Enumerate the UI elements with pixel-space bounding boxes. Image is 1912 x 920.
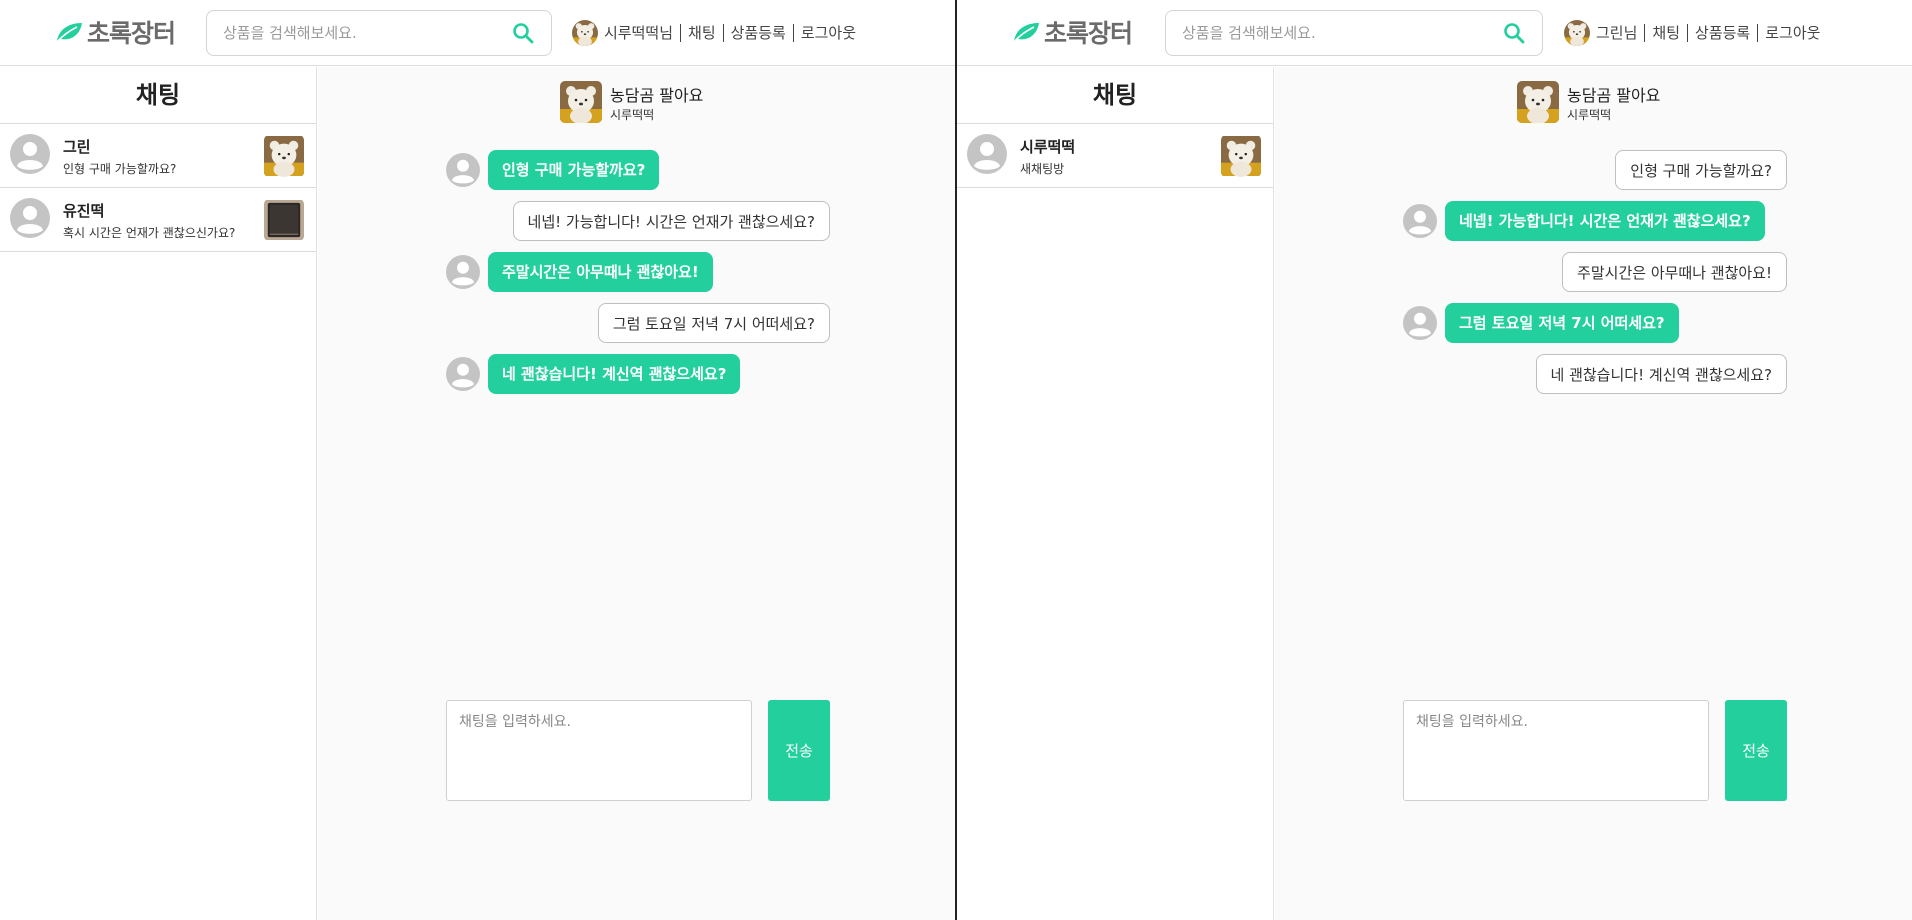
user-avatar-icon bbox=[967, 134, 1007, 174]
logo-text: 초록장터 bbox=[87, 19, 176, 48]
message-row: 그럼 토요일 저녁 7시 어떠세요? bbox=[446, 303, 830, 354]
product-photo-icon bbox=[264, 199, 304, 241]
leaf-icon bbox=[55, 21, 83, 43]
message-bubble: 인형 구매 가능할까요? bbox=[1615, 150, 1787, 190]
message-input[interactable] bbox=[1403, 700, 1709, 801]
message-row: 인형 구매 가능할까요? bbox=[1403, 150, 1787, 201]
message-row: 주말시간은 아무때나 괜찮아요! bbox=[1403, 252, 1787, 303]
bear-photo-icon bbox=[264, 135, 304, 177]
message-bubble: 그럼 토요일 저녁 7시 어떠세요? bbox=[597, 303, 830, 343]
message-bubble: 네넵! 가능합니다! 시간은 언재가 괜찮으세요? bbox=[512, 201, 830, 241]
user-avatar[interactable] bbox=[1564, 20, 1590, 46]
room-user-name: 유진떡 bbox=[63, 202, 105, 220]
send-button[interactable]: 전송 bbox=[768, 700, 830, 801]
chat-list-title: 채팅 bbox=[957, 67, 1273, 124]
message-row: 네 괜찮습니다! 계신역 괜찮으세요? bbox=[1403, 354, 1787, 405]
product-thumbnail[interactable] bbox=[1517, 81, 1559, 123]
logo[interactable]: 초록장터 bbox=[55, 14, 176, 50]
room-last-message: 혹시 시간은 언재가 괜찮으신가요? bbox=[63, 226, 236, 240]
chat-room-item[interactable]: 시루떡떡 새채팅방 bbox=[957, 124, 1273, 188]
nav-register-link[interactable]: 상품등록 bbox=[722, 24, 793, 42]
chat-room-item[interactable]: 그린 인형 구매 가능할까요? bbox=[0, 124, 316, 188]
nav-chat-link[interactable]: 채팅 bbox=[1644, 24, 1687, 42]
logo[interactable]: 초록장터 bbox=[1012, 14, 1133, 50]
search-icon[interactable] bbox=[1502, 21, 1526, 45]
bear-photo-icon bbox=[1221, 135, 1261, 177]
search-input[interactable] bbox=[223, 24, 511, 42]
chat-room-list: 채팅 그린 인형 구매 가능할까요? 유진떡 혹시 시간은 언재가 괜찮으신가요… bbox=[0, 67, 317, 920]
user-avatar-icon bbox=[10, 134, 50, 174]
top-navbar: 초록장터 시루떡떡님 채팅 상품등록 로그아웃 bbox=[0, 0, 955, 66]
product-title: 농담곰 팔아요 bbox=[610, 86, 704, 105]
seller-name: 시루떡떡 bbox=[1567, 108, 1612, 122]
message-row: 네넵! 가능합니다! 시간은 언재가 괜찮으세요? bbox=[1403, 201, 1787, 252]
user-avatar-icon bbox=[1403, 204, 1437, 238]
user-avatar[interactable] bbox=[572, 20, 598, 46]
message-row: 네넵! 가능합니다! 시간은 언재가 괜찮으세요? bbox=[446, 201, 830, 252]
product-thumbnail bbox=[264, 199, 304, 241]
message-row: 네 괜찮습니다! 계신역 괜찮으세요? bbox=[446, 354, 830, 405]
nav-register-link[interactable]: 상품등록 bbox=[1687, 24, 1757, 42]
product-thumbnail[interactable] bbox=[560, 81, 602, 123]
user-avatar-icon bbox=[446, 153, 480, 187]
chat-panel: 농담곰 팔아요 시루떡떡 인형 구매 가능할까요? 네넵! 가능합니다! 시간은… bbox=[318, 67, 955, 920]
room-last-message: 새채팅방 bbox=[1020, 162, 1065, 176]
message-bubble: 주말시간은 아무때나 괜찮아요! bbox=[1562, 252, 1787, 292]
product-thumbnail bbox=[1221, 135, 1261, 177]
search-input[interactable] bbox=[1182, 24, 1502, 42]
bear-avatar-icon bbox=[572, 20, 598, 46]
user-avatar-icon bbox=[446, 357, 480, 391]
message-composer: 전송 bbox=[446, 700, 830, 801]
bear-photo-icon bbox=[1517, 81, 1559, 123]
search-icon[interactable] bbox=[511, 21, 535, 45]
user-avatar-icon bbox=[1403, 306, 1437, 340]
message-bubble: 네넵! 가능합니다! 시간은 언재가 괜찮으세요? bbox=[1445, 201, 1765, 241]
user-name-link[interactable]: 시루떡떡님 bbox=[604, 24, 680, 42]
nav-logout-link[interactable]: 로그아웃 bbox=[1757, 24, 1827, 42]
message-bubble: 네 괜찮습니다! 계신역 괜찮으세요? bbox=[1535, 354, 1787, 394]
bear-photo-icon bbox=[560, 81, 602, 123]
message-list: 인형 구매 가능할까요? 네넵! 가능합니다! 시간은 언재가 괜찮으세요? 주… bbox=[446, 150, 830, 405]
logo-text: 초록장터 bbox=[1044, 19, 1133, 48]
seller-name: 시루떡떡 bbox=[610, 108, 655, 122]
chat-panel: 농담곰 팔아요 시루떡떡 인형 구매 가능할까요? 네넵! 가능합니다! 시간은… bbox=[1275, 67, 1912, 920]
chat-room-list: 채팅 시루떡떡 새채팅방 bbox=[957, 67, 1274, 920]
search-box bbox=[206, 10, 552, 56]
product-thumbnail bbox=[264, 135, 304, 177]
user-nav: 그린님 채팅 상품등록 로그아웃 bbox=[1564, 18, 1827, 48]
bear-avatar-icon bbox=[1564, 20, 1590, 46]
top-navbar: 초록장터 그린님 채팅 상품등록 로그아웃 bbox=[957, 0, 1912, 66]
message-list: 인형 구매 가능할까요? 네넵! 가능합니다! 시간은 언재가 괜찮으세요? 주… bbox=[1403, 150, 1787, 405]
user-avatar-icon bbox=[10, 198, 50, 238]
message-bubble: 네 괜찮습니다! 계신역 괜찮으세요? bbox=[488, 354, 741, 394]
message-input[interactable] bbox=[446, 700, 752, 801]
message-bubble: 인형 구매 가능할까요? bbox=[488, 150, 660, 190]
nav-chat-link[interactable]: 채팅 bbox=[680, 24, 723, 42]
search-box bbox=[1165, 10, 1543, 56]
product-title: 농담곰 팔아요 bbox=[1567, 86, 1661, 105]
message-row: 주말시간은 아무때나 괜찮아요! bbox=[446, 252, 830, 303]
message-row: 인형 구매 가능할까요? bbox=[446, 150, 830, 201]
nav-logout-link[interactable]: 로그아웃 bbox=[792, 24, 863, 42]
left-window: 초록장터 시루떡떡님 채팅 상품등록 로그아웃 채팅 그린 인형 구매 가능할까… bbox=[0, 0, 955, 920]
chat-room-item[interactable]: 유진떡 혹시 시간은 언재가 괜찮으신가요? bbox=[0, 188, 316, 252]
message-composer: 전송 bbox=[1403, 700, 1787, 801]
right-window: 초록장터 그린님 채팅 상품등록 로그아웃 채팅 시루떡떡 새채팅방 농담곰 팔… bbox=[957, 0, 1912, 920]
message-row: 그럼 토요일 저녁 7시 어떠세요? bbox=[1403, 303, 1787, 354]
send-button[interactable]: 전송 bbox=[1725, 700, 1787, 801]
room-last-message: 인형 구매 가능할까요? bbox=[63, 162, 177, 176]
message-bubble: 그럼 토요일 저녁 7시 어떠세요? bbox=[1445, 303, 1679, 343]
leaf-icon bbox=[1012, 21, 1040, 43]
chat-list-title: 채팅 bbox=[0, 67, 316, 124]
user-avatar-icon bbox=[446, 255, 480, 289]
room-user-name: 시루떡떡 bbox=[1020, 138, 1076, 156]
user-nav: 시루떡떡님 채팅 상품등록 로그아웃 bbox=[572, 18, 863, 48]
room-user-name: 그린 bbox=[63, 138, 91, 156]
message-bubble: 주말시간은 아무때나 괜찮아요! bbox=[488, 252, 713, 292]
user-name-link[interactable]: 그린님 bbox=[1596, 24, 1644, 42]
